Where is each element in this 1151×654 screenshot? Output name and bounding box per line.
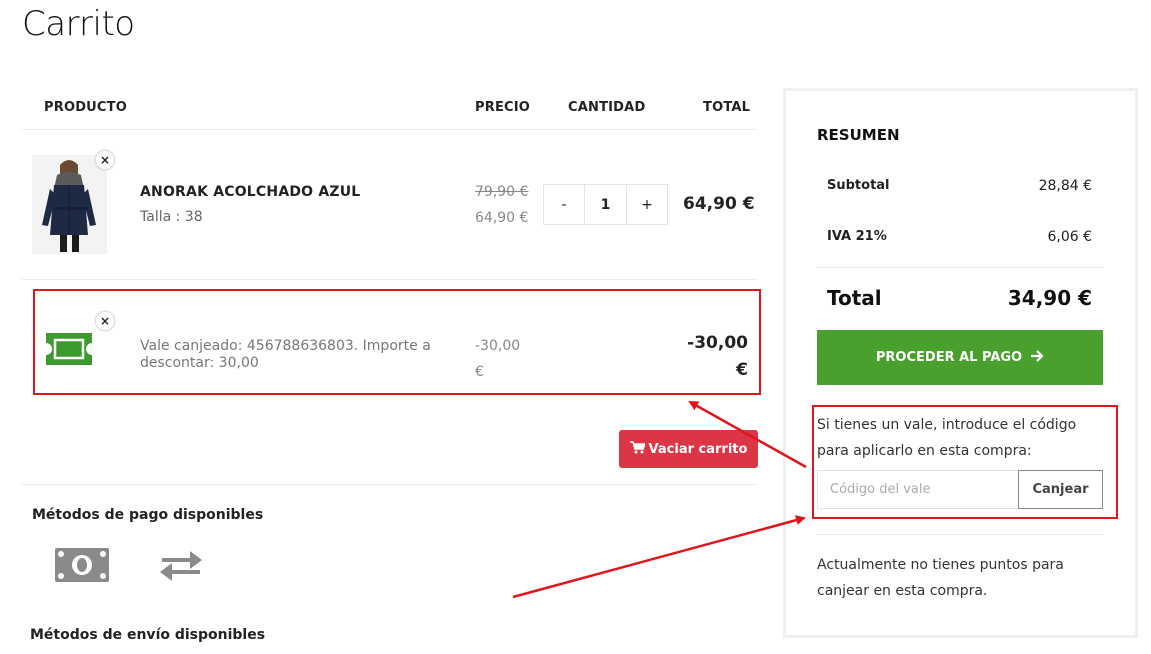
column-header-total: TOTAL — [703, 100, 751, 115]
voucher-form-highlight — [812, 405, 1118, 519]
product-image[interactable] — [32, 155, 107, 254]
tax-value: 6,06 € — [1047, 229, 1092, 245]
divider — [22, 129, 758, 130]
remove-item-button[interactable]: × — [95, 150, 115, 170]
product-total: 64,90 € — [683, 194, 755, 214]
payment-methods-title: Métodos de pago disponibles — [32, 507, 264, 523]
empty-cart-label: Vaciar carrito — [648, 441, 748, 457]
cart-icon — [629, 440, 646, 458]
cash-icon — [55, 548, 109, 586]
voucher-row-highlight — [33, 289, 761, 395]
divider — [817, 534, 1103, 535]
price-original: 79,90 € — [475, 184, 529, 200]
product-name[interactable]: ANORAK ACOLCHADO AZUL — [140, 184, 360, 200]
quantity-stepper: - 1 + — [543, 184, 668, 225]
divider — [22, 279, 758, 280]
column-header-product: PRODUCTO — [44, 100, 127, 115]
quantity-decrease-button[interactable]: - — [544, 185, 584, 224]
transfer-icon — [158, 549, 204, 587]
total-value: 34,90 € — [1007, 286, 1092, 310]
page-title: Carrito — [22, 4, 135, 44]
arrow-right-icon — [1030, 349, 1044, 366]
annotation-arrow — [512, 515, 806, 599]
column-header-price: PRECIO — [475, 100, 531, 115]
total-label: Total — [827, 286, 882, 310]
price-discounted: 64,90 € — [475, 210, 529, 226]
divider — [817, 267, 1103, 268]
checkout-label: PROCEDER AL PAGO — [875, 350, 1023, 365]
subtotal-label: Subtotal — [827, 178, 890, 193]
checkout-button[interactable]: PROCEDER AL PAGO — [817, 330, 1103, 385]
product-attribute: Talla : 38 — [140, 209, 203, 225]
subtotal-value: 28,84 € — [1038, 178, 1092, 194]
points-message: Actualmente no tienes puntos para canjea… — [817, 557, 1064, 599]
quantity-value[interactable]: 1 — [584, 185, 627, 224]
column-header-quantity: CANTIDAD — [568, 100, 646, 115]
shipping-methods-title: Métodos de envío disponibles — [30, 627, 266, 643]
quantity-increase-button[interactable]: + — [627, 185, 667, 224]
summary-title: RESUMEN — [817, 126, 900, 144]
tax-label: IVA 21% — [827, 229, 887, 244]
empty-cart-button[interactable]: Vaciar carrito — [619, 430, 758, 468]
divider — [22, 484, 758, 485]
